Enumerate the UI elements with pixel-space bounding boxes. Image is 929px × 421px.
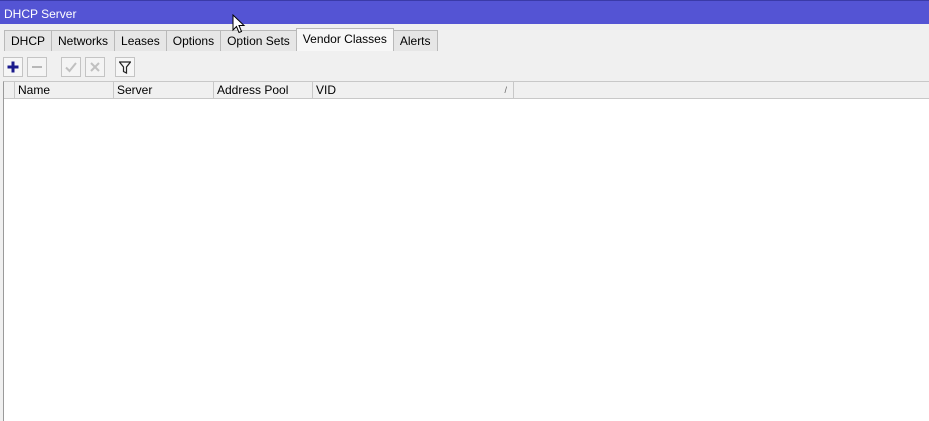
tab-alerts[interactable]: Alerts [392, 30, 438, 51]
disable-icon [90, 62, 100, 72]
column-header-name[interactable]: Name [15, 82, 114, 98]
column-header-address-pool[interactable]: Address Pool [214, 82, 313, 98]
disable-button[interactable] [85, 57, 105, 77]
row-selector-column[interactable] [4, 82, 15, 98]
filter-icon [119, 60, 131, 74]
tab-leases[interactable]: Leases [114, 30, 167, 51]
tab-dhcp[interactable]: DHCP [4, 30, 53, 51]
tab-bar: DHCP Networks Leases Options Option Sets… [4, 28, 438, 51]
column-header-vid[interactable]: VID / [313, 82, 514, 98]
remove-button[interactable] [27, 57, 47, 77]
tab-networks[interactable]: Networks [51, 30, 116, 51]
tab-vendor-classes[interactable]: Vendor Classes [295, 28, 394, 51]
column-header-server[interactable]: Server [114, 82, 214, 98]
table-body[interactable] [4, 99, 929, 421]
filter-button[interactable] [115, 57, 135, 77]
title-bar[interactable]: DHCP Server [0, 0, 929, 24]
column-resize-icon: / [504, 85, 507, 95]
add-icon [7, 61, 19, 73]
vendor-classes-table: Name Server Address Pool VID / [3, 81, 929, 421]
toolbar [3, 55, 139, 79]
enable-button[interactable] [61, 57, 81, 77]
dhcp-server-window: DHCP Server DHCP Networks Leases Options… [0, 0, 929, 421]
window-title: DHCP Server [4, 7, 77, 21]
enable-icon [65, 62, 77, 73]
add-button[interactable] [3, 57, 23, 77]
remove-icon [32, 66, 42, 68]
mouse-cursor-icon [232, 14, 246, 34]
column-header-vid-label: VID [316, 83, 337, 97]
tab-options[interactable]: Options [165, 30, 222, 51]
table-header: Name Server Address Pool VID / [4, 82, 929, 99]
